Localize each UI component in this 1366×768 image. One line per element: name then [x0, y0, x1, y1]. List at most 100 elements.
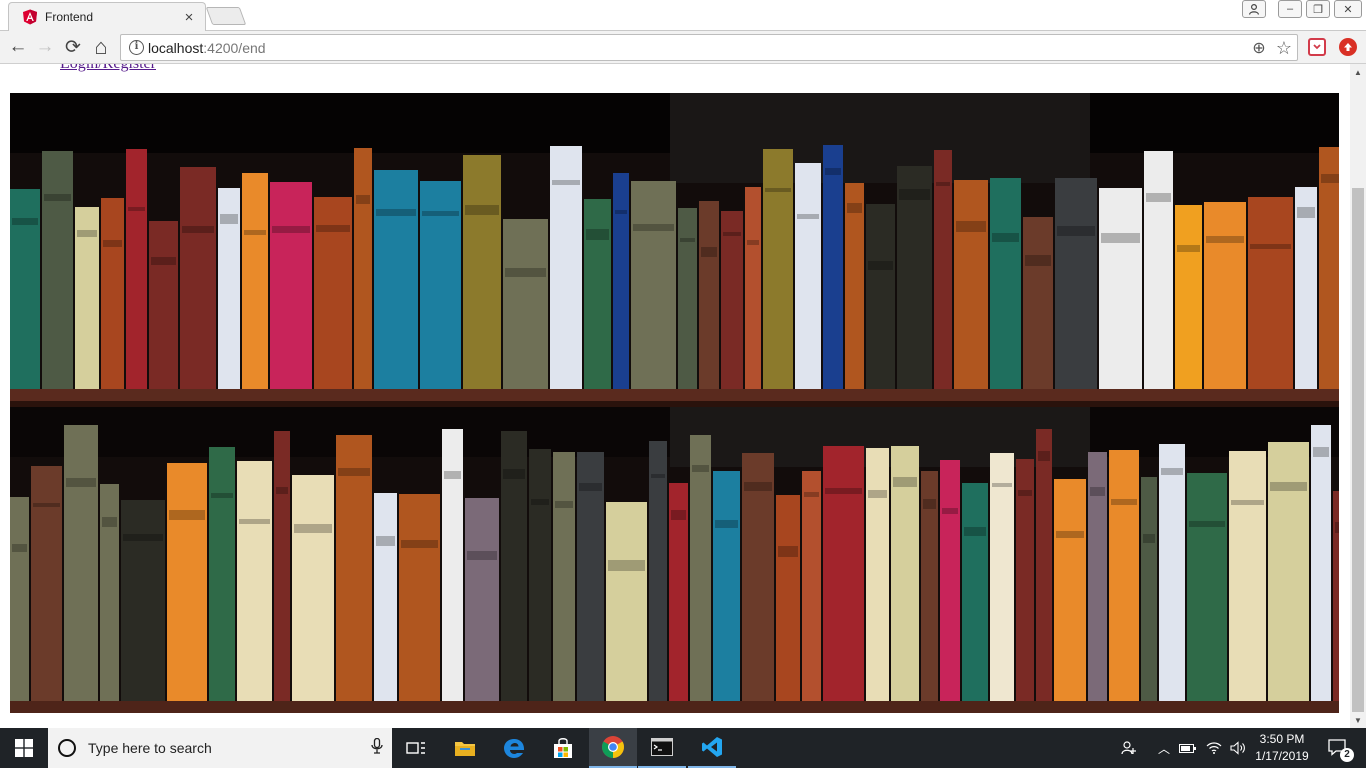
book-spine-band [503, 469, 525, 479]
scroll-down-arrow-icon[interactable]: ▼ [1350, 712, 1366, 728]
url-host: localhost [148, 40, 204, 56]
book-spine [1204, 202, 1246, 389]
file-explorer-icon[interactable] [441, 728, 489, 768]
minimize-button[interactable]: – [1278, 0, 1302, 18]
book-spine-band [316, 225, 350, 232]
command-prompt-icon[interactable] [638, 728, 686, 768]
book-spine [713, 471, 740, 701]
search-placeholder: Type here to search [88, 740, 212, 756]
book-spine [1175, 205, 1202, 389]
book-spine [101, 198, 124, 389]
tab-close-icon[interactable]: × [181, 9, 197, 26]
book-spine-band [239, 519, 270, 524]
battery-icon[interactable] [1178, 728, 1198, 768]
home-button[interactable]: ⌂ [89, 34, 113, 59]
window-controls: – ❐ ✕ [1242, 0, 1362, 18]
close-window-button[interactable]: ✕ [1334, 0, 1362, 18]
task-view-icon[interactable] [392, 728, 440, 768]
book-spine-band [923, 499, 936, 509]
address-bar[interactable]: i localhost:4200/end ⊕ ☆ [120, 34, 1298, 61]
notification-badge: 2 [1340, 748, 1354, 762]
book-spine-band [744, 482, 772, 491]
info-icon[interactable]: i [129, 40, 144, 55]
show-hidden-icons-chevron-icon[interactable]: ︿ [1154, 728, 1174, 768]
book-spine [584, 199, 611, 389]
book-spine-band [1146, 193, 1171, 202]
book-spine-band [467, 551, 497, 560]
cortana-icon [58, 739, 76, 757]
book-spine-band [992, 233, 1019, 242]
book-spine-band [692, 465, 709, 472]
login-register-link[interactable]: Login/Register [60, 64, 156, 73]
book-spine-band [444, 471, 461, 479]
book-spine [1109, 450, 1139, 701]
book-spine-band [77, 230, 97, 237]
book-spine-band [778, 546, 798, 557]
book-spine [31, 466, 62, 701]
book-spine [399, 494, 440, 701]
book-spine-band [608, 560, 645, 571]
book-spine [745, 187, 761, 389]
tab-strip: Frontend × – ❐ ✕ [0, 0, 1366, 31]
book-spine [940, 460, 960, 701]
back-button[interactable]: ← [6, 35, 30, 59]
book-spine [292, 475, 334, 701]
book-spine [242, 173, 268, 389]
vertical-scrollbar[interactable]: ▲ ▼ [1350, 64, 1366, 728]
book-spine [678, 208, 697, 389]
book-spine [274, 431, 290, 701]
book-spine-band [294, 524, 332, 533]
book-spine-band [804, 492, 819, 497]
system-clock[interactable]: 3:50 PM 1/17/2019 [1252, 731, 1312, 765]
forward-button[interactable]: → [33, 35, 57, 59]
store-icon[interactable] [539, 728, 587, 768]
book-spine [1055, 178, 1097, 389]
zoom-icon[interactable]: ⊕ [1249, 38, 1269, 58]
book-spine [374, 170, 418, 389]
book-spine-band [1056, 531, 1084, 538]
vscode-icon[interactable] [688, 728, 736, 768]
edge-browser-icon[interactable] [490, 728, 538, 768]
volume-icon[interactable] [1228, 728, 1248, 768]
book-spine-band [555, 501, 573, 508]
book-spine [690, 435, 711, 701]
book-spine [1311, 425, 1331, 701]
book-spine-band [615, 210, 627, 214]
new-tab-button[interactable] [205, 7, 247, 25]
people-icon[interactable] [1118, 728, 1140, 768]
book-spine [529, 449, 551, 701]
chrome-taskbar-icon[interactable] [589, 728, 637, 768]
book-spine [1229, 451, 1266, 701]
book-spine-band [531, 499, 549, 505]
tab-frontend[interactable]: Frontend × [8, 2, 206, 31]
taskbar-search[interactable]: Type here to search [48, 728, 392, 768]
book-spine-band [747, 240, 759, 245]
book-spine-band [1297, 207, 1315, 218]
reload-button[interactable]: ⟳ [61, 35, 85, 59]
book-spine-band [868, 490, 887, 498]
wifi-icon[interactable] [1204, 728, 1224, 768]
book-spine [354, 148, 372, 389]
microphone-icon[interactable] [362, 737, 392, 759]
restore-button[interactable]: ❐ [1306, 0, 1330, 18]
action-center-icon[interactable]: 2 [1318, 728, 1358, 768]
book-spine [776, 495, 800, 701]
book-spine [100, 484, 119, 701]
book-spine-band [151, 257, 176, 265]
windows-start-icon[interactable] [0, 728, 48, 768]
book-spine-band [401, 540, 438, 548]
pocket-extension-icon[interactable] [1308, 38, 1326, 56]
profile-icon[interactable] [1242, 0, 1266, 18]
book-spine-band [936, 182, 950, 186]
scroll-up-arrow-icon[interactable]: ▲ [1350, 64, 1366, 80]
extension-upload-icon[interactable] [1339, 38, 1357, 56]
bookmark-star-icon[interactable]: ☆ [1274, 38, 1294, 58]
clock-time: 3:50 PM [1259, 732, 1305, 746]
book-spine [845, 183, 864, 389]
book-spine-band [797, 214, 819, 219]
book-spine-band [356, 195, 370, 204]
book-spine [866, 448, 889, 701]
url-text[interactable]: localhost:4200/end [148, 40, 266, 56]
scroll-thumb[interactable] [1352, 188, 1364, 712]
book-spine [374, 493, 397, 701]
